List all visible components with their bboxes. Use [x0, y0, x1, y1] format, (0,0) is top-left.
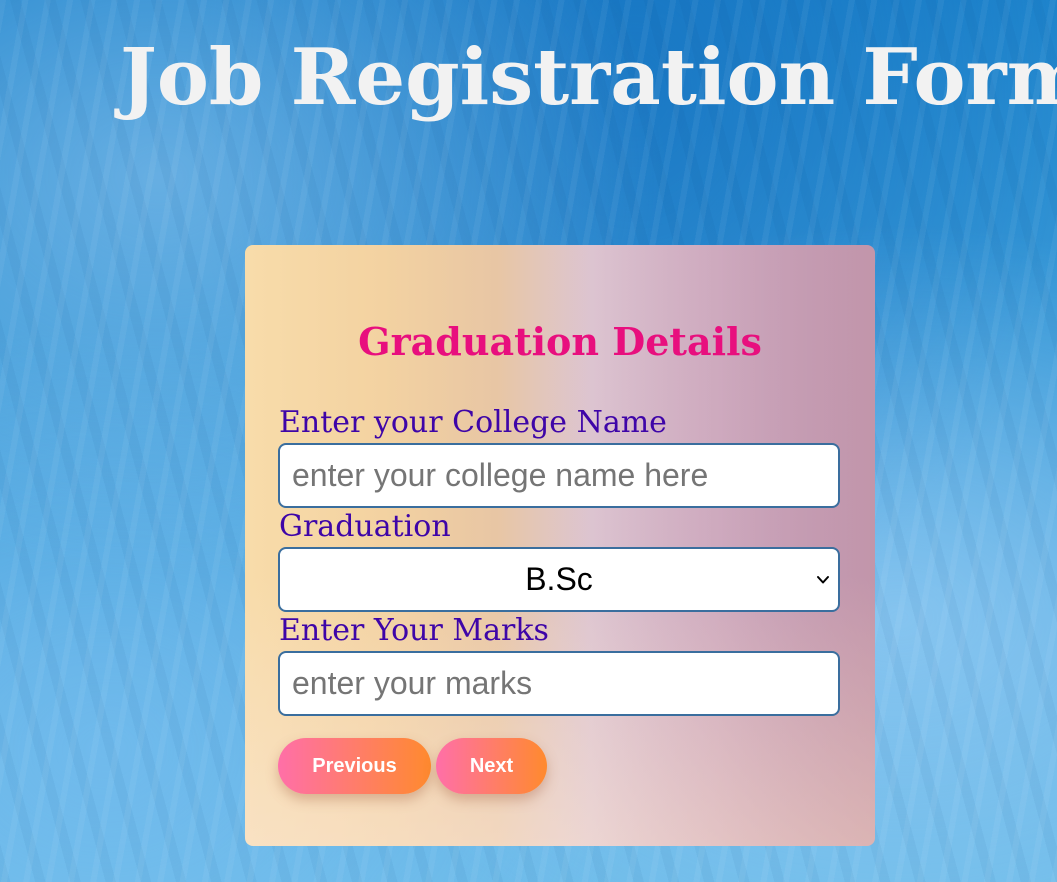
next-button[interactable]: Next [436, 738, 547, 794]
registration-form-card: Graduation Details Enter your College Na… [245, 245, 875, 846]
college-name-label: Enter your College Name [279, 405, 667, 440]
graduation-label: Graduation [279, 509, 451, 544]
chevron-down-icon [817, 576, 829, 584]
college-name-input[interactable] [278, 443, 840, 508]
marks-input[interactable] [278, 651, 840, 716]
graduation-select[interactable]: B.Sc [278, 547, 840, 612]
previous-button[interactable]: Previous [278, 738, 431, 794]
form-heading: Graduation Details [358, 319, 762, 364]
graduation-selected-value: B.Sc [525, 561, 593, 597]
page-title: Job Registration Form [120, 32, 1057, 123]
marks-label: Enter Your Marks [279, 613, 549, 648]
